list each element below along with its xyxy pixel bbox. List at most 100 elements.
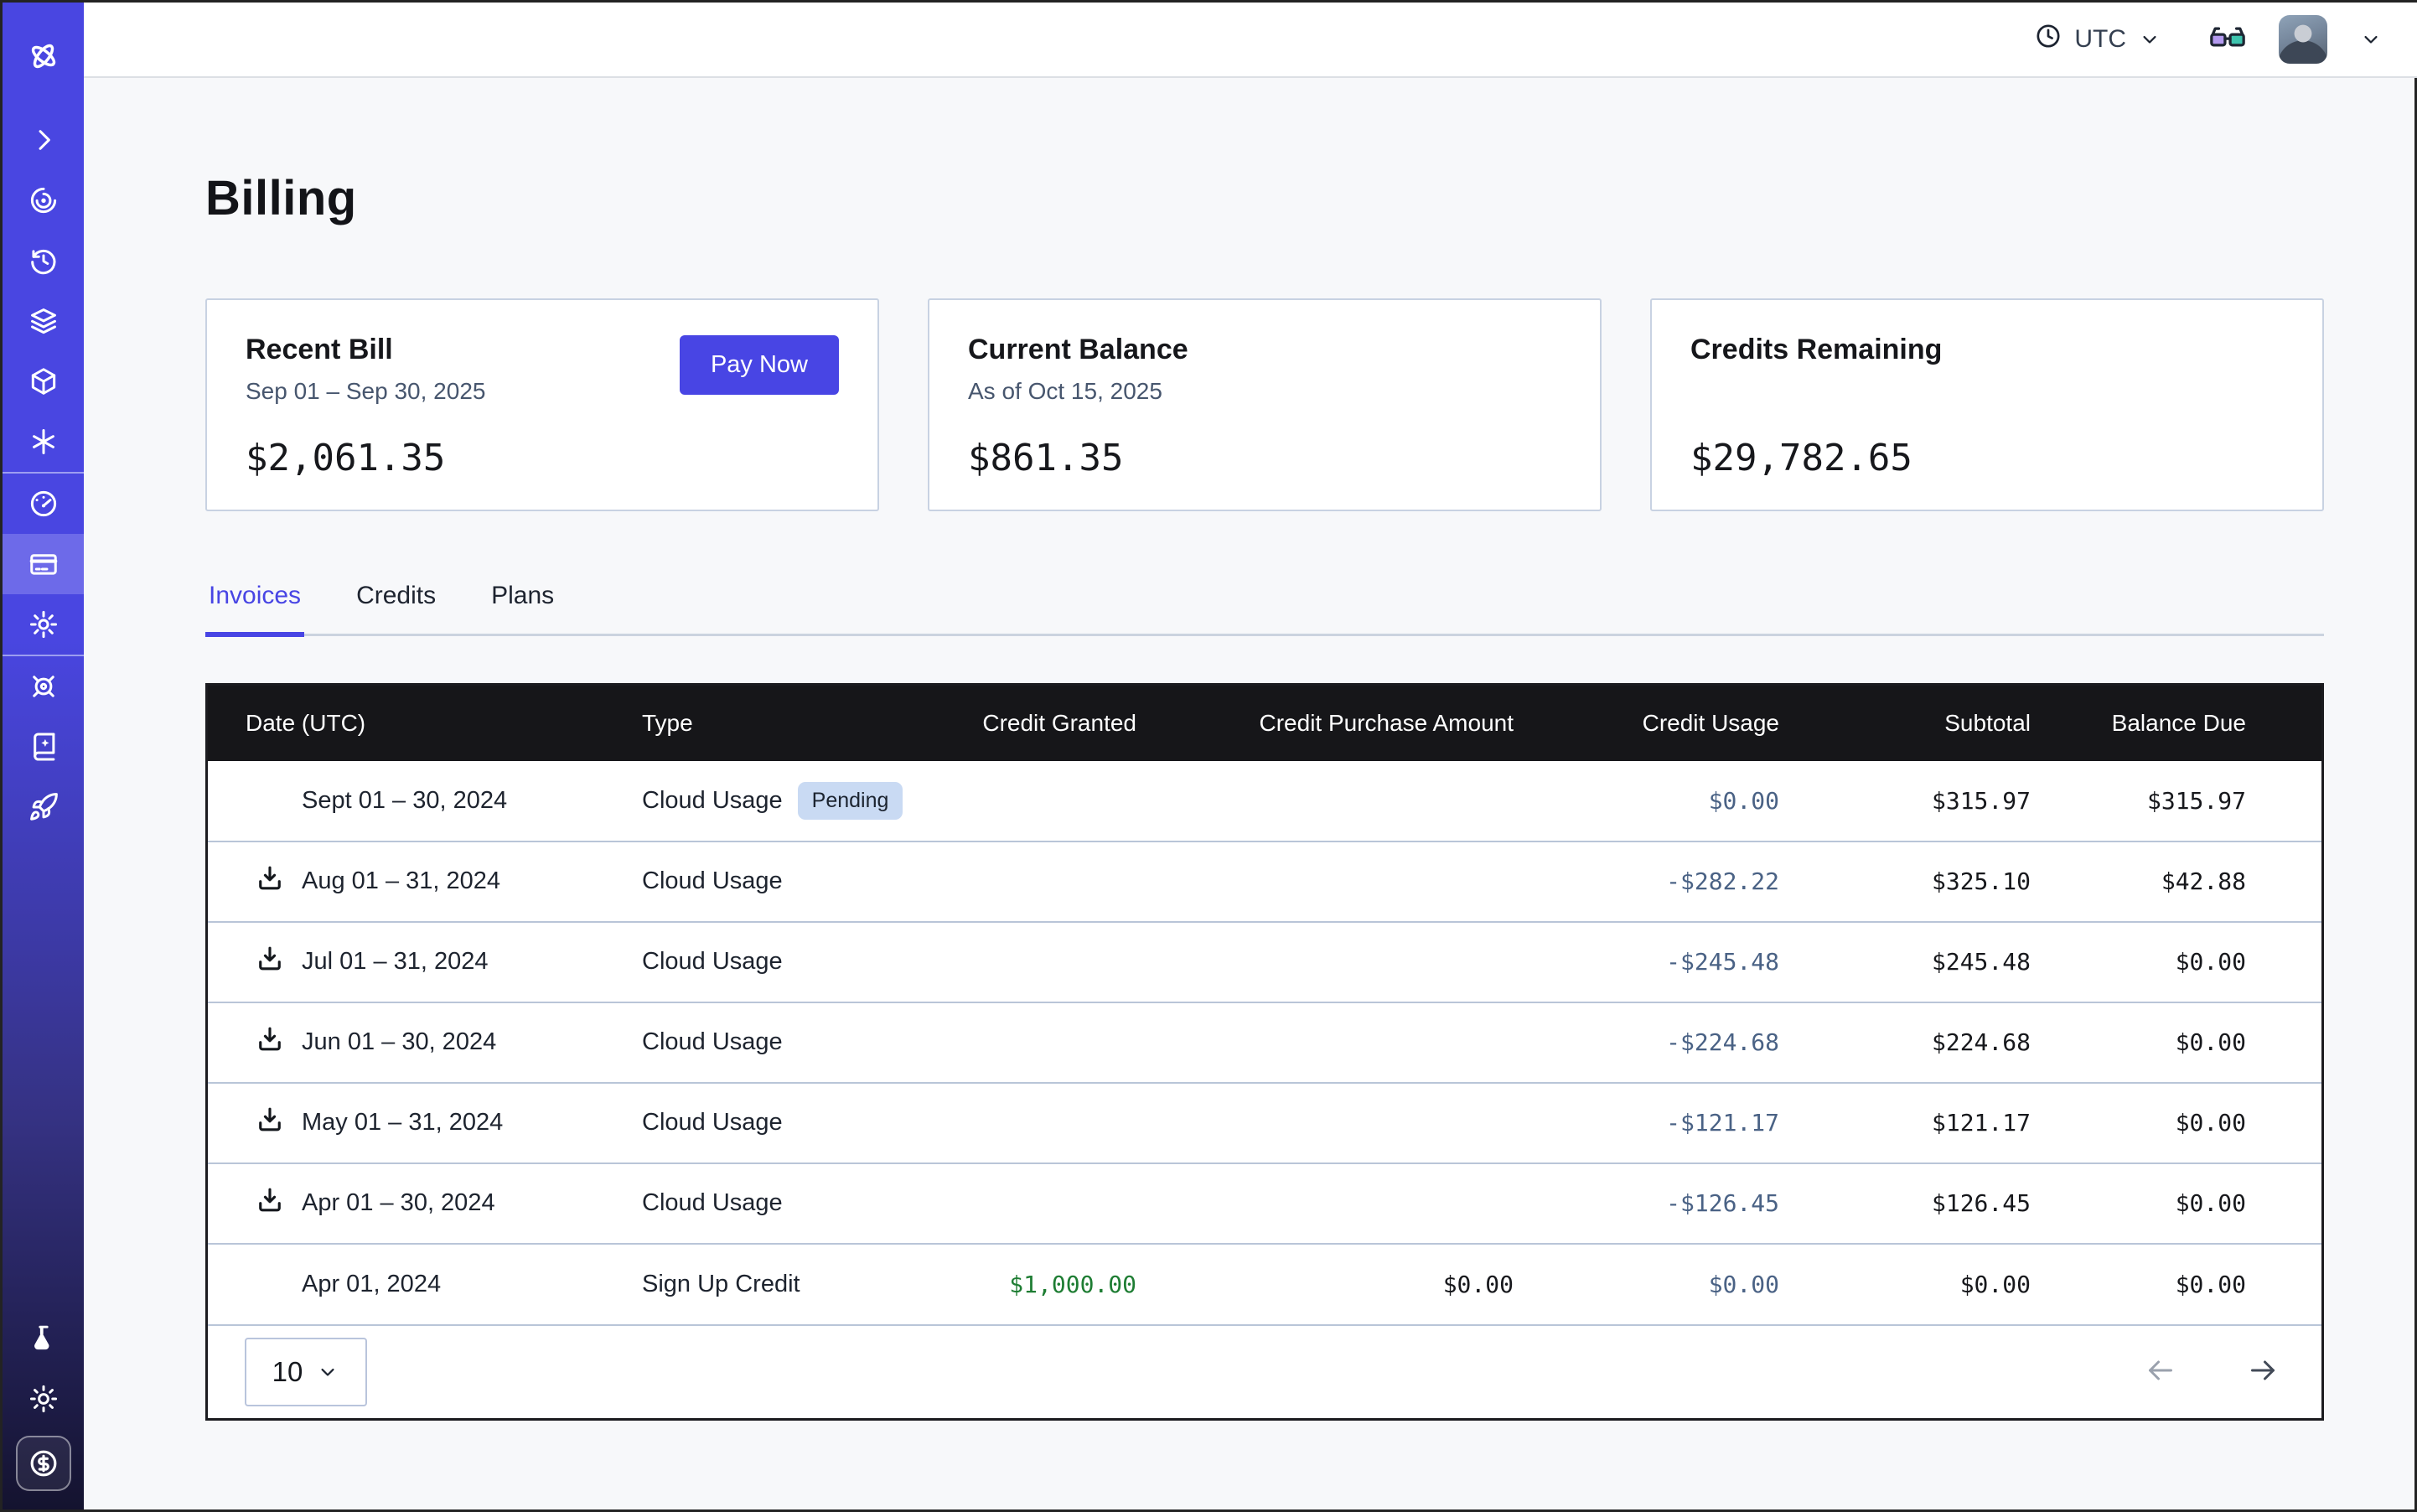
sidebar-item-spiral[interactable] bbox=[3, 170, 84, 230]
credit-granted-value bbox=[954, 761, 1205, 841]
balance-due-value: $42.88 bbox=[2099, 841, 2321, 922]
sun-icon bbox=[28, 1383, 60, 1415]
download-invoice-icon[interactable] bbox=[255, 944, 285, 981]
table-row: Jun 01 – 30, 2024Cloud Usage-$224.68$224… bbox=[208, 1002, 2321, 1083]
invoice-type: Cloud Usage bbox=[642, 787, 783, 815]
clock-icon bbox=[2034, 22, 2062, 57]
table-row: Sept 01 – 30, 2024 Cloud Usage Pending $0.0… bbox=[208, 761, 2321, 841]
table-row: Jul 01 – 31, 2024Cloud Usage-$245.48$245… bbox=[208, 922, 2321, 1002]
credit-usage-value: -$224.68 bbox=[1582, 1002, 1848, 1083]
sidebar-group-2 bbox=[3, 655, 84, 837]
invoice-date: Apr 01 – 30, 2024 bbox=[302, 1189, 495, 1217]
sidebar-item-gear[interactable] bbox=[3, 594, 84, 655]
sidebar-item-layers[interactable] bbox=[3, 291, 84, 351]
sidebar-item-history-clock[interactable] bbox=[3, 230, 84, 291]
recent-bill-card: Recent Bill Sep 01 – Sep 30, 2025 $2,061… bbox=[205, 298, 879, 511]
invoice-type: Cloud Usage bbox=[642, 948, 783, 976]
sidebar-item-cube[interactable] bbox=[3, 351, 84, 412]
credit-purchase-value bbox=[1205, 1083, 1582, 1163]
credits-remaining-amount: $29,782.65 bbox=[1690, 437, 2284, 479]
summary-cards: Recent Bill Sep 01 – Sep 30, 2025 $2,061… bbox=[205, 298, 2324, 511]
balance-due-value: $0.00 bbox=[2099, 1163, 2321, 1244]
table-row: Aug 01 – 31, 2024Cloud Usage-$282.22$325… bbox=[208, 841, 2321, 922]
card-title: Credits Remaining bbox=[1690, 334, 2284, 366]
credit-granted-value bbox=[954, 1002, 1205, 1083]
pager bbox=[2139, 1349, 2285, 1395]
credit-granted-value: $1,000.00 bbox=[954, 1244, 1205, 1324]
invoice-date: Jul 01 – 31, 2024 bbox=[302, 948, 489, 976]
sidebar-item-helm-wheel[interactable] bbox=[3, 656, 84, 717]
page-size-value: 10 bbox=[272, 1356, 303, 1388]
account-chevron-down-icon[interactable] bbox=[2359, 28, 2383, 51]
table-row: Apr 01 – 30, 2024Cloud Usage-$126.45$126… bbox=[208, 1163, 2321, 1244]
recent-bill-amount: $2,061.35 bbox=[246, 437, 839, 479]
rocket-icon bbox=[28, 791, 60, 823]
avatar[interactable] bbox=[2279, 15, 2327, 64]
balance-due-value: $0.00 bbox=[2099, 1244, 2321, 1324]
arrow-right-icon bbox=[2246, 1354, 2280, 1390]
previous-page-button[interactable] bbox=[2139, 1349, 2182, 1395]
timezone-label: UTC bbox=[2074, 25, 2126, 54]
sidebar-group-1 bbox=[3, 472, 84, 655]
sidebar-item-chevron-right[interactable] bbox=[3, 110, 84, 170]
credit-granted-value bbox=[954, 841, 1205, 922]
spiral-icon bbox=[28, 184, 60, 216]
card-subtitle bbox=[1690, 378, 2284, 406]
chevron-down-icon bbox=[316, 1360, 339, 1384]
column-header: Balance Due bbox=[2099, 686, 2321, 761]
subtotal-value: $315.97 bbox=[1848, 761, 2099, 841]
column-header: Credit Usage bbox=[1582, 686, 1848, 761]
sidebar-item-flask[interactable] bbox=[3, 1308, 84, 1369]
tab-plans[interactable]: Plans bbox=[488, 582, 557, 637]
asterisk-icon bbox=[28, 426, 60, 458]
invoices-table: Date (UTC)TypeCredit GrantedCredit Purch… bbox=[205, 683, 2324, 1421]
download-invoice-icon[interactable] bbox=[255, 1105, 285, 1142]
download-invoice-icon[interactable] bbox=[255, 1024, 285, 1061]
download-invoice-icon[interactable] bbox=[255, 863, 285, 900]
table-footer: 10 bbox=[208, 1324, 2321, 1418]
invoice-date: May 01 – 31, 2024 bbox=[302, 1109, 503, 1137]
helm-wheel-icon bbox=[28, 671, 60, 702]
invoice-type: Cloud Usage bbox=[642, 1109, 783, 1137]
sidebar-item-rocket[interactable] bbox=[3, 777, 84, 837]
invoice-type: Cloud Usage bbox=[642, 867, 783, 895]
dollar-badge-icon bbox=[27, 1447, 60, 1480]
subtotal-value: $224.68 bbox=[1848, 1002, 2099, 1083]
invoice-date: Sept 01 – 30, 2024 bbox=[302, 787, 507, 815]
book-sparkle-icon bbox=[28, 731, 60, 763]
tab-invoices[interactable]: Invoices bbox=[205, 582, 304, 637]
3d-glasses-icon[interactable] bbox=[2208, 21, 2247, 59]
table-row: Apr 01, 2024Sign Up Credit$1,000.00$0.00… bbox=[208, 1244, 2321, 1324]
credit-usage-value: $0.00 bbox=[1582, 761, 1848, 841]
subtotal-value: $126.45 bbox=[1848, 1163, 2099, 1244]
sidebar-item-dollar-badge[interactable] bbox=[16, 1436, 71, 1491]
next-page-button[interactable] bbox=[2241, 1349, 2285, 1395]
sidebar-item-asterisk[interactable] bbox=[3, 412, 84, 472]
page-size-select[interactable]: 10 bbox=[245, 1338, 367, 1406]
subtotal-value: $121.17 bbox=[1848, 1083, 2099, 1163]
sidebar-item-gauge[interactable] bbox=[3, 474, 84, 534]
tab-credits[interactable]: Credits bbox=[353, 582, 439, 637]
pay-now-button[interactable]: Pay Now bbox=[680, 335, 839, 395]
orbit-logo-icon[interactable] bbox=[3, 3, 84, 110]
credit-granted-value bbox=[954, 922, 1205, 1002]
sidebar-item-sun[interactable] bbox=[3, 1369, 84, 1429]
page-title: Billing bbox=[205, 170, 2324, 226]
credit-granted-value bbox=[954, 1083, 1205, 1163]
credit-usage-value: -$282.22 bbox=[1582, 841, 1848, 922]
credit-purchase-value bbox=[1205, 922, 1582, 1002]
timezone-selector[interactable]: UTC bbox=[2034, 22, 2161, 57]
sidebar-item-credit-card[interactable] bbox=[3, 534, 84, 594]
column-header: Date (UTC) bbox=[208, 686, 602, 761]
status-badge: Pending bbox=[798, 782, 903, 820]
table-header: Date (UTC)TypeCredit GrantedCredit Purch… bbox=[208, 686, 2321, 761]
layers-icon bbox=[28, 305, 60, 337]
credit-purchase-value bbox=[1205, 761, 1582, 841]
invoice-date: Apr 01, 2024 bbox=[302, 1271, 441, 1298]
sidebar-item-book-sparkle[interactable] bbox=[3, 717, 84, 777]
credit-purchase-value bbox=[1205, 1163, 1582, 1244]
arrow-left-icon bbox=[2144, 1354, 2177, 1390]
download-invoice-icon[interactable] bbox=[255, 1185, 285, 1222]
invoice-type: Cloud Usage bbox=[642, 1028, 783, 1056]
credit-purchase-value bbox=[1205, 841, 1582, 922]
